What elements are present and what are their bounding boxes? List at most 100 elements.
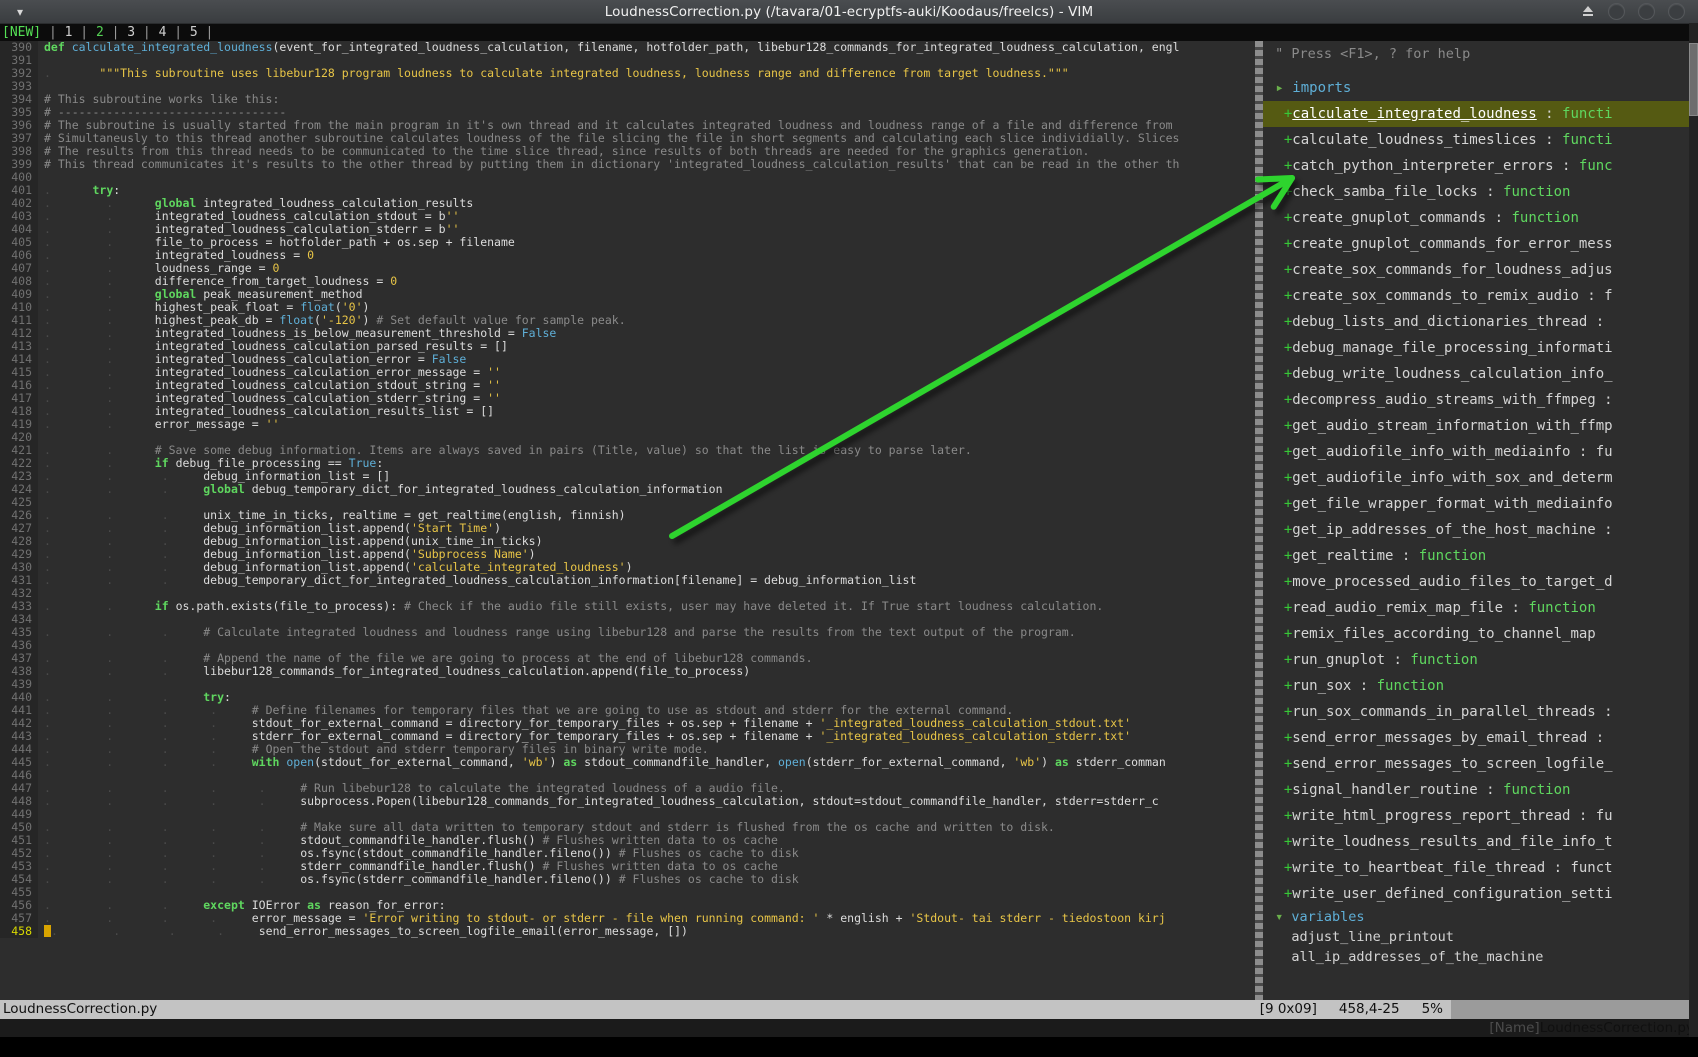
tagbar-item-22[interactable]: +run_sox : function xyxy=(1263,673,1698,699)
tab-5[interactable]: 5 xyxy=(190,25,198,40)
tagbar-item-19[interactable]: +read_audio_remix_map_file : function xyxy=(1263,595,1698,621)
triangle-right-icon: ▸ xyxy=(1267,80,1293,96)
tagbar-variable-1[interactable]: all_ip_addresses_of_the_machine xyxy=(1263,947,1698,967)
tagbar-expand-icon[interactable]: + xyxy=(1267,262,1292,278)
tagbar-item-28[interactable]: +write_loudness_results_and_file_info_t xyxy=(1263,829,1698,855)
code-line[interactable]: 433. . if os.path.exists(file_to_process… xyxy=(0,600,1255,613)
code-token: integrated_loudness_calculation_stderr_s… xyxy=(154,391,488,405)
tagbar-expand-icon[interactable]: + xyxy=(1267,106,1292,122)
tagbar-item-14[interactable]: +get_audiofile_info_with_sox_and_determ xyxy=(1263,465,1698,491)
minimize-button[interactable] xyxy=(1608,3,1625,20)
tagbar-expand-icon[interactable]: + xyxy=(1267,626,1292,642)
tagbar-expand-icon[interactable]: + xyxy=(1267,340,1292,356)
tagbar-item-12[interactable]: +get_audio_stream_information_with_ffmp xyxy=(1263,413,1698,439)
tagbar-expand-icon[interactable]: + xyxy=(1267,236,1292,252)
code-line[interactable]: 458. . . . send_error_messages_to_screen… xyxy=(0,925,1255,938)
tagbar-expand-icon[interactable]: + xyxy=(1267,600,1292,616)
scrollbar-thumb[interactable] xyxy=(1689,43,1698,117)
tagbar-expand-icon[interactable]: + xyxy=(1267,366,1292,382)
code-line[interactable]: 438. . . libebur128_commands_for_integra… xyxy=(0,665,1255,678)
tagbar-expand-icon[interactable]: + xyxy=(1267,730,1292,746)
tagbar-item-10[interactable]: +debug_write_loudness_calculation_info_ xyxy=(1263,361,1698,387)
tagbar-expand-icon[interactable]: + xyxy=(1267,184,1292,200)
tagbar-item-16[interactable]: +get_ip_addresses_of_the_host_machine : xyxy=(1263,517,1698,543)
tagbar-item-18[interactable]: +move_processed_audio_files_to_target_d xyxy=(1263,569,1698,595)
tagbar-item-15[interactable]: +get_file_wrapper_format_with_mediainfo xyxy=(1263,491,1698,517)
editor-pane[interactable]: 390 def calculate_integrated_loudness(eve… xyxy=(0,41,1255,1000)
code-line[interactable]: 419. . error_message = '' xyxy=(0,418,1255,431)
tagbar-pane[interactable]: " Press <F1>, ? for help ▸ imports +calc… xyxy=(1263,41,1698,1000)
code-line[interactable]: 448. . . . . subprocess.Popen(libebur128… xyxy=(0,795,1255,808)
code-line[interactable]: 431. . . debug_temporary_dict_for_integr… xyxy=(0,574,1255,587)
tagbar-expand-icon[interactable]: + xyxy=(1267,782,1292,798)
code-token: False xyxy=(521,326,557,340)
tagbar-group-variables[interactable]: ▾ variables xyxy=(1263,907,1698,927)
code-line[interactable]: 390 def calculate_integrated_loudness(eve… xyxy=(0,41,1255,54)
tagbar-item-8[interactable]: +debug_lists_and_dictionaries_thread : xyxy=(1263,309,1698,335)
tagbar-item-25[interactable]: +send_error_messages_to_screen_logfile_ xyxy=(1263,751,1698,777)
code-line[interactable]: 424. . . global debug_temporary_dict_for… xyxy=(0,483,1255,496)
tab-3[interactable]: 3 xyxy=(127,25,135,40)
tagbar-variable-0[interactable]: adjust_line_printout xyxy=(1263,927,1698,947)
tagbar-item-29[interactable]: +write_to_heartbeat_file_thread : funct xyxy=(1263,855,1698,881)
window-scrollbar[interactable] xyxy=(1689,23,1698,1037)
tagbar-expand-icon[interactable]: + xyxy=(1267,314,1292,330)
tagbar-item-23[interactable]: +run_sox_commands_in_parallel_threads : xyxy=(1263,699,1698,725)
tagbar-item-7[interactable]: +create_sox_commands_to_remix_audio : f xyxy=(1263,283,1698,309)
tagbar-expand-icon[interactable]: + xyxy=(1267,470,1292,486)
tagbar-item-5[interactable]: +create_gnuplot_commands_for_error_mess xyxy=(1263,231,1698,257)
tagbar-expand-icon[interactable]: + xyxy=(1267,808,1292,824)
tagbar-item-3[interactable]: +check_samba_file_locks : function xyxy=(1263,179,1698,205)
tagbar-item-0[interactable]: +calculate_integrated_loudness : functi xyxy=(1263,101,1698,127)
tagbar-item-17[interactable]: +get_realtime : function xyxy=(1263,543,1698,569)
maximize-button[interactable] xyxy=(1638,3,1655,20)
tab-2[interactable]: 2 xyxy=(96,25,104,40)
close-button[interactable] xyxy=(1668,3,1685,20)
tagbar-item-2[interactable]: +catch_python_interpreter_errors : func xyxy=(1263,153,1698,179)
tabline[interactable]: [NEW] | 1 | 2 | 3 | 4 | 5 | xyxy=(0,24,1698,42)
code-line[interactable]: 399 # This thread communicates it's resul… xyxy=(0,158,1255,171)
code-line[interactable]: 435. . . # Calculate integrated loudness… xyxy=(0,626,1255,639)
tagbar-expand-icon[interactable]: + xyxy=(1267,704,1292,720)
code-line[interactable]: 392. """This subroutine uses libebur128 … xyxy=(0,67,1255,80)
tagbar-item-13[interactable]: +get_audiofile_info_with_mediainfo : fu xyxy=(1263,439,1698,465)
tagbar-item-6[interactable]: +create_sox_commands_for_loudness_adjus xyxy=(1263,257,1698,283)
tagbar-expand-icon[interactable]: + xyxy=(1267,392,1292,408)
tagbar-item-20[interactable]: +remix_files_according_to_channel_map xyxy=(1263,621,1698,647)
code-line[interactable]: 454. . . . . os.fsync(stderr_commandfile… xyxy=(0,873,1255,886)
tagbar-expand-icon[interactable]: + xyxy=(1267,886,1292,902)
tagbar-expand-icon[interactable]: + xyxy=(1267,210,1292,226)
command-line[interactable] xyxy=(0,1019,1698,1037)
tagbar-item-1[interactable]: +calculate_loudness_timeslices : functi xyxy=(1263,127,1698,153)
tagbar-expand-icon[interactable]: + xyxy=(1267,548,1292,564)
tagbar-item-26[interactable]: +signal_handler_routine : function xyxy=(1263,777,1698,803)
tagbar-expand-icon[interactable]: + xyxy=(1267,444,1292,460)
tagbar-item-4[interactable]: +create_gnuplot_commands : function xyxy=(1263,205,1698,231)
tagbar-expand-icon[interactable]: + xyxy=(1267,496,1292,512)
tagbar-expand-icon[interactable]: + xyxy=(1267,418,1292,434)
window-menu-icon[interactable]: ▾ xyxy=(0,5,40,19)
vertical-split-bar[interactable] xyxy=(1255,41,1263,1000)
code-line[interactable]: 445. . . . with open(stdout_for_external… xyxy=(0,756,1255,769)
tagbar-expand-icon[interactable]: + xyxy=(1267,288,1292,304)
tagbar-expand-icon[interactable]: + xyxy=(1267,158,1292,174)
eject-icon[interactable] xyxy=(1581,5,1595,18)
tagbar-expand-icon[interactable]: + xyxy=(1267,522,1292,538)
tagbar-item-type: function xyxy=(1376,678,1445,694)
tagbar-expand-icon[interactable]: + xyxy=(1267,678,1292,694)
code-line[interactable]: 400 xyxy=(0,171,1255,184)
tagbar-item-9[interactable]: +debug_manage_file_processing_informati xyxy=(1263,335,1698,361)
tagbar-expand-icon[interactable]: + xyxy=(1267,132,1292,148)
tagbar-expand-icon[interactable]: + xyxy=(1267,574,1292,590)
tagbar-group-imports[interactable]: ▸ imports xyxy=(1263,75,1698,101)
tagbar-expand-icon[interactable]: + xyxy=(1267,834,1292,850)
tagbar-item-27[interactable]: +write_html_progress_report_thread : fu xyxy=(1263,803,1698,829)
tagbar-item-21[interactable]: +run_gnuplot : function xyxy=(1263,647,1698,673)
tagbar-expand-icon[interactable]: + xyxy=(1267,756,1292,772)
code-token: . . xyxy=(44,404,155,418)
tagbar-item-24[interactable]: +send_error_messages_by_email_thread : xyxy=(1263,725,1698,751)
tagbar-item-11[interactable]: +decompress_audio_streams_with_ffmpeg : xyxy=(1263,387,1698,413)
tagbar-expand-icon[interactable]: + xyxy=(1267,860,1292,876)
tagbar-item-30[interactable]: +write_user_defined_configuration_setti xyxy=(1263,881,1698,907)
tagbar-expand-icon[interactable]: + xyxy=(1267,652,1292,668)
